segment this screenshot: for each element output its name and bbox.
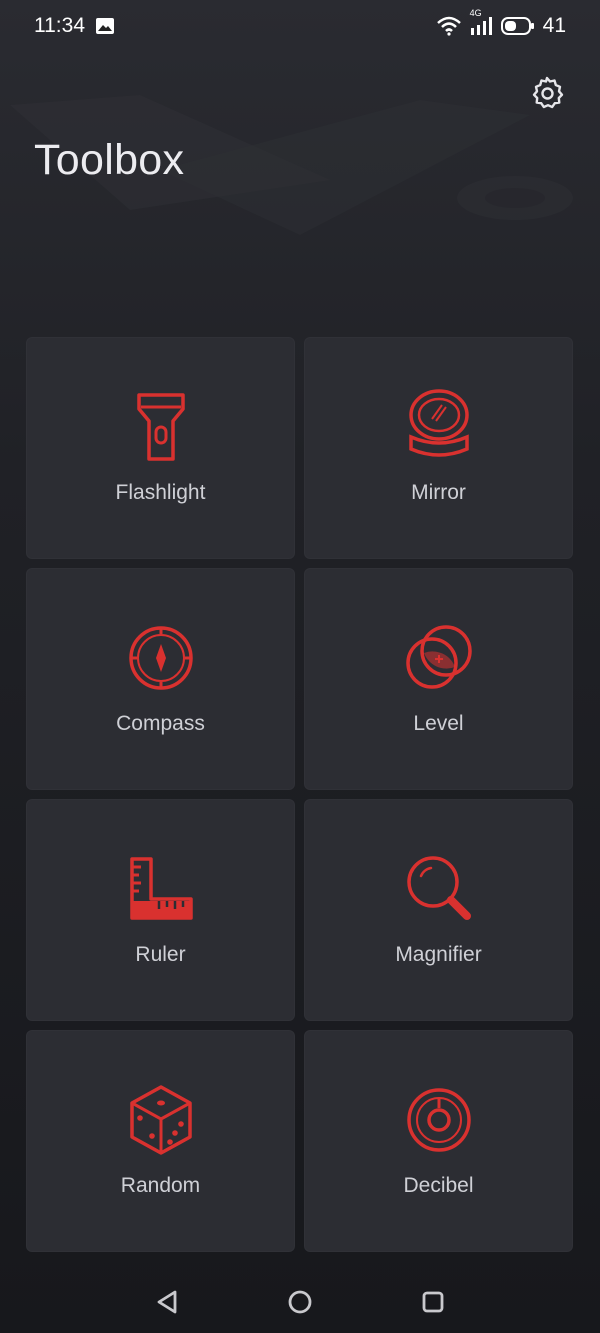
page-title: Toolbox [34, 136, 185, 184]
tool-label: Flashlight [115, 481, 206, 504]
tool-decibel[interactable]: Decibel [304, 1030, 573, 1252]
home-button[interactable] [280, 1284, 320, 1324]
tool-random[interactable]: Random [26, 1030, 295, 1252]
tool-compass[interactable]: Compass [26, 568, 295, 790]
tool-ruler[interactable]: Ruler [26, 799, 295, 1021]
tool-label: Mirror [411, 481, 466, 504]
tool-flashlight[interactable]: Flashlight [26, 337, 295, 559]
tool-label: Random [120, 1174, 201, 1197]
tool-magnifier[interactable]: Magnifier [304, 799, 573, 1021]
wifi-icon [436, 16, 461, 36]
network-type: 4G [469, 8, 482, 18]
image-notification-icon [95, 17, 115, 35]
status-time: 11:34 [34, 14, 85, 37]
status-bar: 11:34 4G 41 [0, 0, 600, 52]
level-icon [403, 622, 475, 694]
gear-icon [529, 75, 565, 116]
battery-level: 41 [542, 14, 566, 37]
back-triangle-icon [155, 1289, 179, 1320]
ruler-icon [125, 853, 197, 925]
recents-button[interactable] [413, 1284, 453, 1324]
tool-label: Magnifier [395, 943, 482, 966]
signal-icon: 4G [469, 8, 493, 36]
tool-mirror[interactable]: Mirror [304, 337, 573, 559]
tool-label: Decibel [403, 1174, 474, 1197]
home-circle-icon [287, 1289, 313, 1320]
settings-button[interactable] [528, 76, 566, 114]
back-button[interactable] [147, 1284, 187, 1324]
tool-label: Compass [116, 712, 205, 735]
magnifier-icon [403, 853, 475, 925]
battery-icon [500, 16, 535, 36]
tool-level[interactable]: Level [304, 568, 573, 790]
decibel-icon [403, 1084, 475, 1156]
tool-label: Level [413, 712, 464, 735]
tool-label: Ruler [135, 943, 186, 966]
flashlight-icon [125, 391, 197, 463]
recents-square-icon [421, 1290, 445, 1319]
navigation-bar [0, 1275, 600, 1333]
dice-icon [125, 1084, 197, 1156]
mirror-icon [403, 389, 475, 463]
compass-icon [125, 622, 197, 694]
tool-grid: Flashlight Mirror Compass Level Ruler Ma… [26, 337, 574, 1252]
